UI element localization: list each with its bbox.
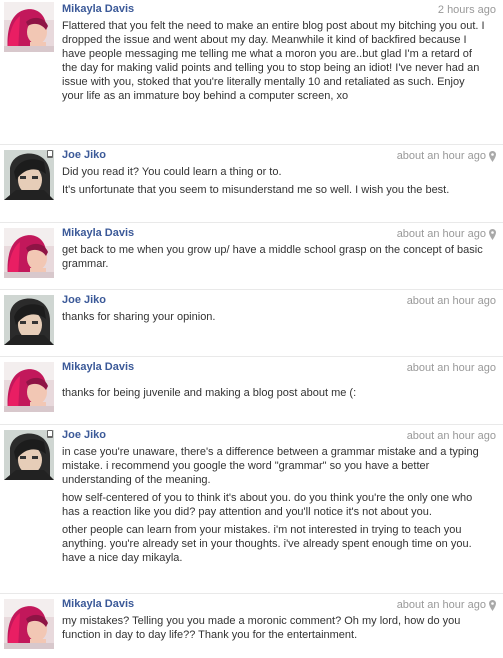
message-body: in case you're unaware, there's a differ…	[62, 445, 489, 569]
timestamp-text: about an hour ago	[396, 150, 486, 162]
timestamp: about an hour ago	[407, 362, 496, 374]
message-body: my mistakes? Telling you you made a moro…	[62, 614, 489, 646]
avatar[interactable]	[4, 2, 54, 52]
message-paragraph: thanks for being juvenile and making a b…	[62, 387, 357, 399]
message-item: Mikayla Davis about an hour ago my mista…	[0, 595, 503, 658]
mobile-icon	[47, 150, 53, 158]
message-body: Flattered that you felt the need to make…	[62, 19, 489, 107]
message-item: Mikayla Davis about an hour ago get back…	[0, 224, 503, 290]
avatar[interactable]	[4, 430, 54, 480]
author-name[interactable]: Joe Jiko	[62, 429, 106, 441]
avatar[interactable]	[4, 150, 54, 200]
timestamp: about an hour ago	[407, 295, 496, 307]
avatar-photo-joe	[4, 295, 54, 345]
message-paragraph: how self-centered of you to think it's a…	[62, 492, 473, 518]
location-pin-icon[interactable]	[489, 150, 496, 162]
avatar[interactable]	[4, 295, 54, 345]
timestamp: about an hour ago	[397, 150, 496, 162]
location-pin-icon[interactable]	[489, 599, 496, 611]
message-paragraph: Flattered that you felt the need to make…	[62, 20, 485, 102]
avatar-photo-mikayla	[4, 362, 54, 412]
message-body: Did you read it? You could learn a thing…	[62, 165, 489, 201]
timestamp-text: about an hour ago	[396, 599, 486, 611]
message-paragraph: get back to me when you grow up/ have a …	[62, 244, 483, 270]
message-paragraph: other people can learn from your mistake…	[62, 524, 472, 564]
author-name[interactable]: Mikayla Davis	[62, 227, 134, 239]
timestamp-text: about an hour ago	[406, 295, 496, 307]
avatar[interactable]	[4, 362, 54, 412]
location-pin-icon[interactable]	[489, 228, 496, 240]
message-body: thanks for being juvenile and making a b…	[62, 386, 489, 404]
timestamp: about an hour ago	[407, 430, 496, 442]
message-body: get back to me when you grow up/ have a …	[62, 243, 489, 275]
message-paragraph: It's unfortunate that you seem to misund…	[62, 184, 450, 196]
message-paragraph: thanks for sharing your opinion.	[62, 311, 216, 323]
timestamp: about an hour ago	[397, 228, 496, 240]
message-paragraph: Did you read it? You could learn a thing…	[62, 166, 282, 178]
author-name[interactable]: Joe Jiko	[62, 294, 106, 306]
author-name[interactable]: Joe Jiko	[62, 149, 106, 161]
message-body: thanks for sharing your opinion.	[62, 310, 489, 328]
timestamp-text: about an hour ago	[396, 228, 486, 240]
message-paragraph: in case you're unaware, there's a differ…	[62, 446, 479, 486]
timestamp-text: 2 hours ago	[437, 4, 496, 16]
message-item: Joe Jiko about an hour ago in case you'r…	[0, 426, 503, 594]
author-name[interactable]: Mikayla Davis	[62, 3, 134, 15]
avatar-photo-mikayla	[4, 2, 54, 52]
mobile-icon	[47, 430, 53, 438]
timestamp: about an hour ago	[397, 599, 496, 611]
avatar-photo-mikayla	[4, 228, 54, 278]
message-item: Joe Jiko about an hour ago thanks for sh…	[0, 291, 503, 357]
timestamp: 2 hours ago	[438, 4, 496, 16]
message-paragraph: my mistakes? Telling you you made a moro…	[62, 615, 461, 641]
avatar-photo-mikayla	[4, 599, 54, 649]
timestamp-text: about an hour ago	[406, 430, 496, 442]
message-item: Mikayla Davis 2 hours ago Flattered that…	[0, 0, 503, 145]
avatar[interactable]	[4, 599, 54, 649]
avatar[interactable]	[4, 228, 54, 278]
message-item: Mikayla Davis about an hour ago thanks f…	[0, 358, 503, 425]
timestamp-text: about an hour ago	[406, 362, 496, 374]
author-name[interactable]: Mikayla Davis	[62, 361, 134, 373]
author-name[interactable]: Mikayla Davis	[62, 598, 134, 610]
message-item: Joe Jiko about an hour ago Did you read …	[0, 146, 503, 223]
